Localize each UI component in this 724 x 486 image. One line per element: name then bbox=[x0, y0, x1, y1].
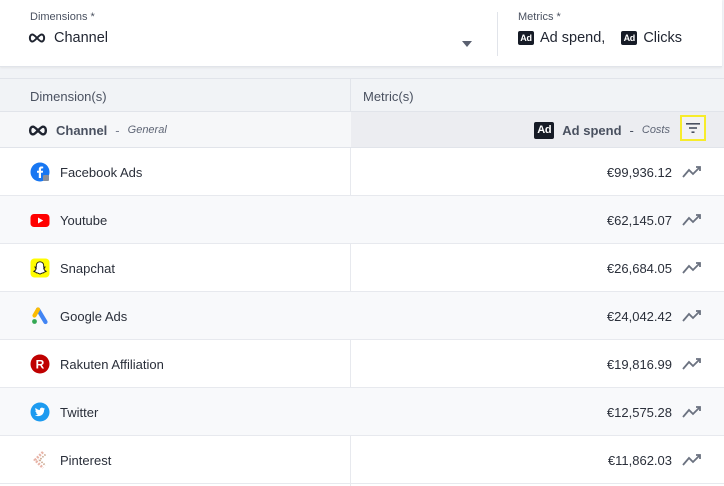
metric-chip-clicks: Clicks bbox=[643, 30, 682, 46]
table-row[interactable]: Snapchat €26,684.05 bbox=[0, 244, 724, 292]
dimension-subheader[interactable]: Channel - General bbox=[28, 112, 167, 148]
metric-column-header: Metric(s) bbox=[363, 89, 414, 104]
metric-chip-ad-spend: Ad spend, bbox=[540, 30, 606, 46]
dimension-name: Channel bbox=[56, 122, 108, 138]
channel-name: Twitter bbox=[60, 404, 99, 420]
channel-name: Pinterest bbox=[60, 452, 112, 468]
facebook-logo-icon bbox=[30, 162, 50, 182]
table-row[interactable]: Youtube €62,145.07 bbox=[0, 196, 724, 244]
ad-icon: Ad bbox=[621, 31, 638, 45]
trend-icon[interactable] bbox=[682, 213, 702, 227]
metric-subheader[interactable]: Ad Ad spend - Costs bbox=[534, 112, 670, 148]
metric-name: Ad spend bbox=[562, 122, 622, 138]
ad-spend-value: €24,042.42 bbox=[606, 308, 672, 324]
metrics-select[interactable]: Ad Ad spend, Ad Clicks bbox=[518, 30, 682, 46]
dimension-column-header: Dimension(s) bbox=[30, 89, 107, 104]
ad-spend-value: €26,684.05 bbox=[606, 260, 672, 276]
dimensions-select[interactable]: Channel bbox=[28, 30, 108, 46]
svg-text:R: R bbox=[36, 357, 45, 371]
channel-name: Rakuten Affiliation bbox=[60, 356, 164, 372]
trend-icon[interactable] bbox=[682, 261, 702, 275]
ad-spend-value: €99,936.12 bbox=[606, 164, 672, 180]
channel-name: Snapchat bbox=[60, 260, 115, 276]
table-row[interactable]: Pinterest €11,862.03 bbox=[0, 436, 724, 484]
google-ads-logo-icon bbox=[32, 307, 48, 325]
trend-icon[interactable] bbox=[682, 453, 702, 467]
channel-name: Facebook Ads bbox=[60, 164, 143, 180]
filter-icon bbox=[686, 123, 700, 133]
table-subheader: Channel - General Ad Ad spend - Costs bbox=[0, 112, 724, 148]
ad-spend-value: €11,862.03 bbox=[607, 452, 672, 468]
table-header: Dimension(s) Metric(s) bbox=[0, 78, 724, 113]
chevron-down-icon[interactable] bbox=[462, 41, 472, 47]
ad-icon: Ad bbox=[518, 31, 534, 45]
dimensions-value: Channel bbox=[54, 30, 109, 46]
metric-category: Costs bbox=[641, 124, 670, 136]
divider bbox=[497, 12, 498, 56]
metrics-label: Metrics * bbox=[518, 11, 561, 23]
table-row[interactable]: Google Ads €24,042.42 bbox=[0, 292, 724, 340]
table-row[interactable]: Twitter €12,575.28 bbox=[0, 388, 724, 436]
table-row[interactable]: Facebook Ads €99,936.12 bbox=[0, 148, 724, 196]
trend-icon[interactable] bbox=[682, 405, 702, 419]
trend-icon[interactable] bbox=[682, 357, 702, 371]
dimensions-label: Dimensions * bbox=[30, 11, 95, 23]
infinity-icon bbox=[28, 33, 46, 43]
table-row[interactable]: R Rakuten Affiliation €19,816.99 bbox=[0, 340, 724, 388]
trend-icon[interactable] bbox=[682, 309, 702, 323]
separator-dash: - bbox=[115, 122, 120, 138]
separator-dash: - bbox=[629, 122, 634, 138]
ad-icon: Ad bbox=[534, 121, 555, 139]
ad-spend-value: €12,575.28 bbox=[606, 404, 672, 420]
infinity-icon bbox=[28, 124, 48, 136]
youtube-logo-icon bbox=[30, 214, 50, 227]
data-table: Dimension(s) Metric(s) Channel - General… bbox=[0, 78, 724, 486]
column-divider bbox=[350, 79, 351, 113]
dimension-category: General bbox=[127, 124, 167, 136]
ad-spend-value: €19,816.99 bbox=[606, 356, 672, 372]
ad-spend-value: €62,145.07 bbox=[606, 212, 672, 228]
query-bar: Dimensions * Channel Metrics * Ad Ad spe… bbox=[0, 0, 722, 67]
twitter-logo-icon bbox=[30, 402, 50, 422]
channel-name: Youtube bbox=[60, 212, 108, 228]
rakuten-logo-icon: R bbox=[30, 354, 50, 374]
trend-icon[interactable] bbox=[682, 165, 702, 179]
filter-button[interactable] bbox=[680, 115, 706, 141]
snapchat-logo-icon bbox=[30, 258, 50, 278]
channel-name: Google Ads bbox=[60, 308, 128, 324]
pinterest-logo-icon bbox=[33, 451, 47, 469]
